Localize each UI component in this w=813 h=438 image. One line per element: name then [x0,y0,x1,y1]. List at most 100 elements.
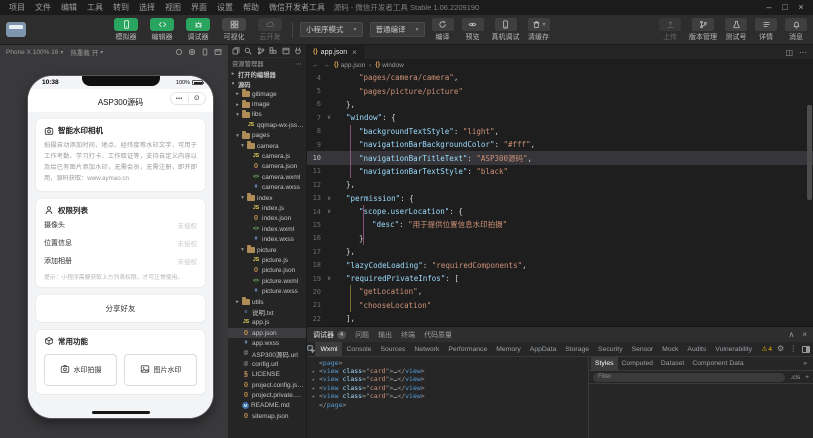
remote-debug-button[interactable]: 真机调试 [492,17,520,42]
code-line-17[interactable]: 17}, [307,245,813,258]
permission-row[interactable]: 摄像头 未授权 [44,216,197,234]
maximize-button[interactable]: □ [777,0,793,15]
permission-row[interactable]: 位置信息 未授权 [44,234,197,252]
toggle-editor[interactable]: 编辑器 [147,17,177,42]
tree-item-26[interactable]: @ config.url [228,359,306,369]
files-icon[interactable] [232,47,240,55]
user-avatar[interactable] [6,22,26,37]
code-line-6[interactable]: 6}, [307,98,813,111]
toggle-class-button[interactable]: .cls [790,374,800,381]
compile-select[interactable]: 普通编译 ▾ [369,22,425,37]
panel-close-icon[interactable]: × [802,330,807,339]
devtools-tab-network[interactable]: Network [410,342,444,356]
tree-item-18[interactable]: <> picture.wxml [228,276,306,286]
tree-item-8[interactable]: <> camera.wxml [228,172,306,182]
menu-item-2[interactable]: 编辑 [56,0,82,15]
share-button[interactable]: 分享好友 [35,293,206,323]
breadcrumb-symbol[interactable]: {} window [375,62,403,69]
panel-tab-x[interactable]: 输出 [378,330,392,340]
tree-item-12[interactable]: {} index.json [228,214,306,224]
back-icon[interactable]: ← [312,62,319,69]
panel-tab-x[interactable]: 问题 [355,330,369,340]
device-select[interactable]: Phone X 100% 16 ▾ [6,49,63,56]
code-line-13[interactable]: 13 ∨ "permission": { [307,192,813,205]
mode-select[interactable]: 小程序模式 ▾ [300,22,363,37]
code-line-15[interactable]: 15 "desc": "用于提供位置信息水印拍摄" [307,218,813,231]
devtools-tab-vulnerability[interactable]: Vulnerability [711,342,757,356]
devtools-tab-performance[interactable]: Performance [444,342,492,356]
split-editor-icon[interactable]: ◫ [785,48,793,57]
kebab-menu-icon[interactable]: ⋮ [789,345,797,353]
code-line-7[interactable]: 7 ∨ "window": { [307,111,813,124]
gear-icon[interactable]: ⚙ [777,345,784,353]
panel-collapse-icon[interactable]: ∧ [788,330,794,339]
menu-item-8[interactable]: 设置 [212,0,238,15]
warning-icon[interactable]: ⚠ 4 [762,345,772,354]
test-account-button[interactable]: 测试号 [725,17,747,42]
toggle-visualization[interactable]: 可视化 [219,17,249,42]
open-editors-section[interactable]: ▸ 打开的编辑器 [228,69,306,79]
details-button[interactable]: 详情 [755,17,777,42]
code-line-22[interactable]: 22], [307,312,813,325]
tree-item-24[interactable]: # app.wxss [228,338,306,348]
more-icon[interactable]: ⋯ [799,48,807,57]
devtools-tab-wxml[interactable]: Wxml [316,342,342,356]
search-icon[interactable] [244,47,252,55]
fold-icon[interactable]: ∨ [325,114,333,121]
preview-button[interactable]: 预览 [461,17,484,42]
image-watermark-button[interactable]: 图片水印 [124,353,197,386]
menu-item-9[interactable]: 帮助 [238,0,264,15]
tree-item-2[interactable]: ▾ libs [228,109,306,120]
close-button[interactable]: × [793,0,809,15]
code-line-5[interactable]: 5 "pages/picture/picture" [307,84,813,97]
menu-item-5[interactable]: 选择 [134,0,160,15]
more-icon[interactable]: ⋯ [295,60,302,68]
plugin-icon[interactable] [294,47,302,55]
styles-tab-computed[interactable]: Computed [618,357,657,371]
tree-item-20[interactable]: ▸ utils [228,297,306,307]
overflow-icon[interactable]: » [799,360,811,367]
rotate-icon[interactable] [175,48,183,56]
window-icon[interactable] [282,47,290,55]
tree-item-22[interactable]: JS app.js [228,318,306,328]
add-style-button[interactable]: + [805,374,809,381]
menu-item-4[interactable]: 转到 [108,0,134,15]
permission-row[interactable]: 添加相册 未授权 [44,252,197,270]
capture-icon[interactable] [188,48,196,56]
tree-item-19[interactable]: # picture.wxss [228,286,306,296]
elements-tree[interactable]: <page> ▸ <view class="card">…</view> ▸ <view… [307,357,588,438]
menu-item-10[interactable]: 微信开发者工具 [264,0,330,15]
code-area[interactable]: 4 "pages/camera/camera", 5 "pages/picture/p… [307,71,813,326]
devtools-tab-security[interactable]: Security [594,342,628,356]
clear-cache-button[interactable]: ▾ 清缓存 [527,17,550,42]
code-line-11[interactable]: 11 "navigationBarTextStyle": "black" [307,165,813,178]
devtools-tab-sensor[interactable]: Sensor [627,342,658,356]
code-line-14[interactable]: 14 ∨ "scope.userLocation": { [307,205,813,218]
code-line-19[interactable]: 19 ∨ "requiredPrivateInfos": [ [307,272,813,285]
tree-item-21[interactable]: ≡ 说明.txt [228,307,306,317]
tree-item-31[interactable]: {} sitemap.json [228,411,306,421]
devtools-tab-sources[interactable]: Sources [376,342,410,356]
toggle-simulator[interactable]: 模拟器 [111,17,141,42]
messages-button[interactable]: 消息 [785,17,807,42]
devtools-tab-audits[interactable]: Audits [683,342,711,356]
tree-item-5[interactable]: ▾ camera [228,141,306,151]
popout-icon[interactable] [214,48,222,56]
tree-item-10[interactable]: ▾ index [228,193,306,203]
hot-reload-toggle[interactable]: 热重载 开 ▾ [70,47,103,58]
tree-item-3[interactable]: JSqqmap-wx-jssdk.js [228,120,306,130]
tree-item-29[interactable]: {} project.private.config.json [228,390,306,400]
wxml-root-close[interactable]: </page> [312,401,583,410]
menu-item-7[interactable]: 界面 [186,0,212,15]
menu-item-0[interactable]: 项目 [4,0,30,15]
close-icon[interactable]: × [352,48,357,57]
version-control-button[interactable]: 版本管理 [689,17,717,42]
watermark-capture-button[interactable]: 水印拍摄 [44,353,117,386]
devtools-tab-console[interactable]: Console [342,342,376,356]
wxml-node[interactable]: ▸ <view class="card">…</view> [312,393,583,402]
code-line-18[interactable]: 18 "lazyCodeLoading": "requiredComponents… [307,258,813,271]
exit-icon[interactable]: ⊙ [189,95,206,102]
compile-button[interactable]: 编译 [431,17,454,42]
tree-item-4[interactable]: ▾ pages [228,130,306,141]
inspect-icon[interactable] [307,342,316,356]
